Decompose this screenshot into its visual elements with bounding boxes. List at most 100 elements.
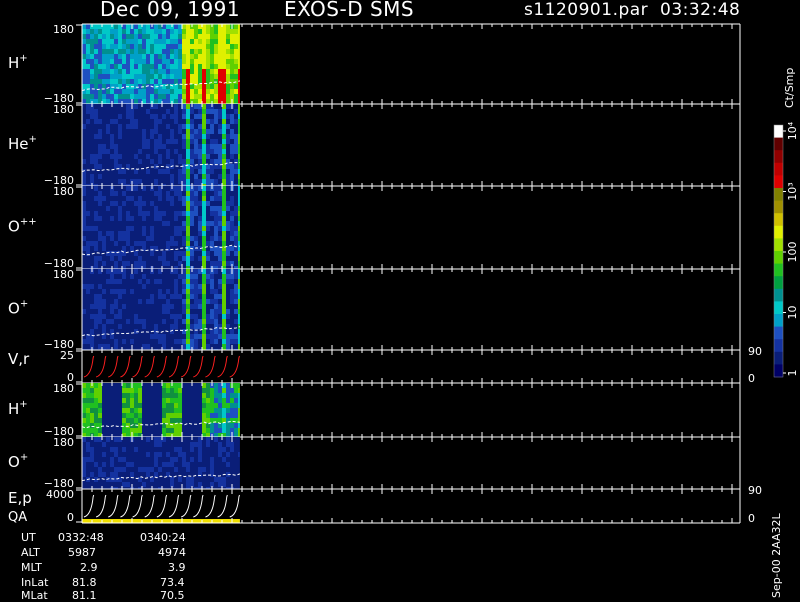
spectrogram-cell	[234, 211, 238, 216]
spectrogram-cell	[178, 418, 182, 423]
spectrogram-cell	[222, 423, 226, 428]
spectrogram-cell	[226, 467, 230, 472]
spectrogram-cell	[218, 64, 222, 69]
spectrogram-cell	[90, 462, 94, 467]
spectrogram-cell	[90, 74, 94, 79]
spectrogram-cell	[118, 196, 122, 201]
spectrogram-cell	[186, 79, 190, 84]
spectrogram-cell	[214, 269, 218, 274]
spectrogram-cell	[90, 428, 94, 433]
spectrogram-cell	[150, 309, 154, 314]
spectrogram-cell	[162, 84, 166, 89]
spectrogram-cell	[114, 256, 118, 261]
spectrogram-cell	[110, 69, 114, 74]
spectrogram-cell	[102, 418, 106, 423]
spectrogram-cell	[178, 344, 182, 349]
spectrogram-cell	[214, 398, 218, 403]
spectrogram-cell	[106, 324, 110, 329]
spectrogram-cell	[126, 334, 130, 339]
spectrogram-cell	[154, 231, 158, 236]
spectrogram-cell	[106, 452, 110, 457]
spectrogram-cell	[190, 191, 194, 196]
spectrogram-cell	[234, 24, 238, 29]
spectrogram-cell	[126, 442, 130, 447]
spectrogram-cell	[238, 452, 240, 457]
spectrogram-cell	[126, 119, 130, 124]
spectrogram-cell	[98, 54, 102, 59]
spectrogram-cell	[150, 398, 154, 403]
spectrogram-cell	[98, 388, 102, 393]
spectrogram-cell	[178, 304, 182, 309]
spectrogram-cell	[134, 94, 138, 99]
spectrogram-cell	[194, 299, 198, 304]
spectrogram-cell	[122, 279, 126, 284]
spectrogram-cell	[238, 309, 240, 314]
spectrogram-cell	[90, 129, 94, 134]
spectrogram-cell	[94, 179, 98, 184]
spectrogram-cell	[214, 329, 218, 334]
spectrogram-cell	[86, 289, 90, 294]
spectrogram-cell	[234, 299, 238, 304]
spectrogram-cell	[206, 261, 210, 266]
colorbar-tick-label: 10³	[786, 182, 799, 200]
spectrogram-cell	[86, 284, 90, 289]
spectrogram-cell	[122, 294, 126, 299]
spectrogram-cell	[102, 294, 106, 299]
spectrogram-cell	[210, 314, 214, 319]
spectrogram-cell	[154, 413, 158, 418]
spectrogram-cell	[174, 482, 178, 487]
spectrogram-cell	[166, 279, 170, 284]
spectrogram-cell	[98, 94, 102, 99]
spectrogram-cell	[118, 24, 122, 29]
spectrogram-cell	[82, 186, 86, 191]
spectrogram-cell	[206, 216, 210, 221]
spectrogram-cell	[178, 447, 182, 452]
footer-row-value2: 70.5	[160, 589, 185, 602]
spectrogram-cell	[118, 274, 122, 279]
spectrogram-cell	[214, 393, 218, 398]
sawtooth-segment	[132, 355, 143, 378]
spectrogram-cell	[170, 211, 174, 216]
spectrogram-cell	[166, 433, 170, 437]
spectrogram-cell	[202, 129, 206, 134]
spectrogram-cell	[238, 39, 240, 44]
spectrogram-cell	[218, 437, 222, 442]
spectrogram-cell	[142, 467, 146, 472]
spectrogram-cell	[234, 154, 238, 159]
spectrogram-cell	[126, 447, 130, 452]
spectrogram-cell	[118, 79, 122, 84]
spectrogram-cell	[218, 39, 222, 44]
spectrogram-cell	[142, 94, 146, 99]
spectrogram-cell	[158, 206, 162, 211]
spectrogram-cell	[114, 467, 118, 472]
spectrogram-cell	[170, 304, 174, 309]
spectrogram-cell	[182, 99, 186, 104]
spectrogram-cell	[202, 433, 206, 437]
spectrogram-cell	[90, 261, 94, 266]
spectrogram-cell	[126, 226, 130, 231]
spectrogram-cell	[190, 319, 194, 324]
spectrogram-cell	[206, 251, 210, 256]
spectrogram-cell	[186, 442, 190, 447]
spectrogram-cell	[114, 34, 118, 39]
spectrogram-cell	[190, 261, 194, 266]
spectrogram-cell	[138, 74, 142, 79]
spectrogram-cell	[94, 299, 98, 304]
spectrogram-cell	[114, 179, 118, 184]
footer-row-value1: 81.8	[72, 576, 97, 589]
spectrogram-cell	[134, 256, 138, 261]
spectrogram-cell	[210, 196, 214, 201]
spectrogram-cell	[166, 314, 170, 319]
spectrogram-cell	[194, 94, 198, 99]
spectrogram-cell	[210, 94, 214, 99]
spectrogram-cell	[134, 294, 138, 299]
spectrogram-cell	[142, 393, 146, 398]
spectrogram-cell	[234, 279, 238, 284]
spectrogram-cell	[122, 482, 126, 487]
spectrogram-cell	[98, 109, 102, 114]
spectrogram-cell	[134, 211, 138, 216]
spectrogram-cell	[86, 274, 90, 279]
spectrogram-cell	[218, 452, 222, 457]
spectrogram-cell	[154, 261, 158, 266]
spectrogram-cell	[222, 251, 226, 256]
